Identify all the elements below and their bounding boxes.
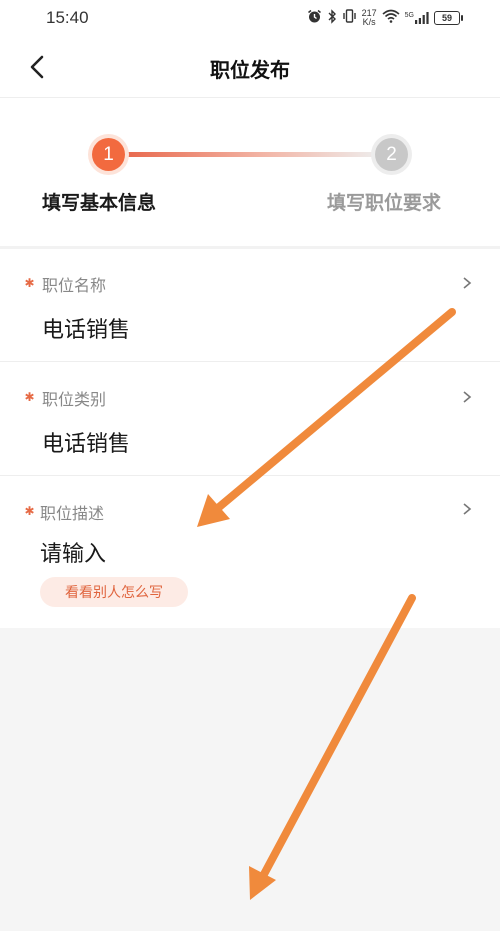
see-examples-button[interactable]: 看看别人怎么写 xyxy=(40,577,188,607)
status-time: 15:40 xyxy=(46,8,89,27)
signal-type: 5G xyxy=(404,12,414,19)
job-name-label: 职位名称 xyxy=(42,276,107,295)
chevron-right-icon xyxy=(463,277,472,289)
job-category-label: 职位类别 xyxy=(42,390,107,409)
net-speed: 217 K/s xyxy=(362,9,377,27)
wifi-icon xyxy=(382,9,400,27)
job-description-input[interactable]: 请输入 xyxy=(40,536,106,568)
required-star-icon: ✱ xyxy=(24,390,35,404)
job-name-value: 电话销售 xyxy=(42,318,131,343)
job-description-label: 职位描述 xyxy=(40,504,105,523)
step-2-indicator: 2 xyxy=(375,138,408,171)
step-1-label: 填写基本信息 xyxy=(42,192,157,214)
chevron-right-icon xyxy=(463,391,472,403)
battery-icon: 59 xyxy=(434,11,463,25)
vibrate-icon xyxy=(342,9,357,27)
annotation-arrow xyxy=(258,594,416,882)
annotation-arrowhead xyxy=(249,866,276,900)
job-name-row[interactable]: ✱ 职位名称 电话销售 xyxy=(0,249,500,362)
step-1-indicator: 1 xyxy=(92,138,125,171)
required-star-icon: ✱ xyxy=(24,276,35,290)
chevron-right-icon xyxy=(463,503,472,515)
step-progress-line xyxy=(120,152,382,157)
page-title: 职位发布 xyxy=(210,58,290,82)
alarm-icon xyxy=(307,9,322,28)
required-star-icon: ✱ xyxy=(24,504,35,518)
progress-stepper: 1 2 填写基本信息 填写职位要求 xyxy=(0,98,500,248)
nav-bar: 职位发布 xyxy=(0,36,500,98)
net-speed-unit: K/s xyxy=(362,17,376,27)
signal-icon: 5G xyxy=(405,12,429,24)
job-category-value: 电话销售 xyxy=(42,432,131,457)
status-bar: 15:40 217 K/s 5G 59 xyxy=(0,0,500,36)
bluetooth-icon xyxy=(327,8,337,28)
job-category-row[interactable]: ✱ 职位类别 电话销售 xyxy=(0,362,500,476)
step-2-label: 填写职位要求 xyxy=(327,192,442,214)
status-icons: 217 K/s 5G 59 xyxy=(307,8,463,28)
